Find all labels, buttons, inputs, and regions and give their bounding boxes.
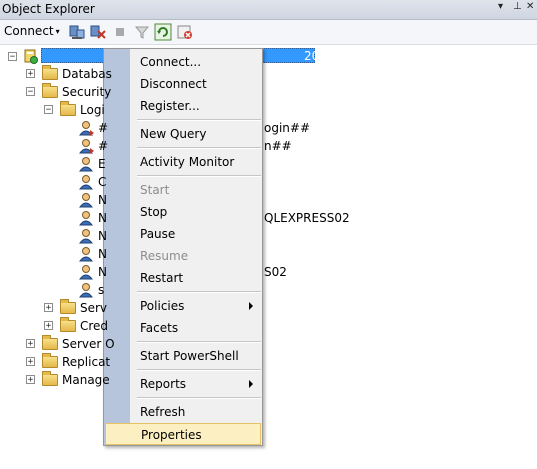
tree-node[interactable]: + Manage [0,371,537,389]
expand-icon[interactable]: + [26,375,35,385]
expand-icon[interactable]: + [26,357,35,367]
tree-node[interactable]: − Logi [0,101,537,119]
tree-node-label: Logi [80,103,105,117]
expand-icon[interactable]: + [26,69,35,79]
menu-item-label: Refresh [140,405,186,419]
login-user-icon [79,121,94,136]
login-label: # [98,139,109,153]
object-explorer-toolbar: Connect ▾ [0,20,537,45]
folder-icon [60,317,76,332]
login-item[interactable]: # n## [0,137,537,155]
login-item[interactable]: # ogin## [0,119,537,137]
login-item[interactable]: N S02 [0,263,537,281]
folder-icon [42,65,58,80]
login-user-icon [79,211,94,226]
login-user-icon [79,157,94,172]
collapse-icon[interactable]: − [44,105,53,115]
login-item[interactable]: N QLEXPRESS02 [0,209,537,227]
login-label: N [98,211,107,225]
disconnect-icon[interactable] [89,23,107,41]
login-label-tail: S02 [264,265,287,279]
object-explorer-title-bar: Object Explorer ▾ ⊥ ✕ [0,0,537,20]
tree-node[interactable]: − Security [0,83,537,101]
expand-icon[interactable]: + [26,339,35,349]
menu-item-label: Properties [141,428,202,442]
connect-label: Connect [4,24,54,38]
login-label-tail: n## [264,139,292,153]
login-item[interactable]: N [0,245,537,263]
tree-node-label: Security [62,85,112,99]
login-user-icon [79,265,94,280]
login-label: N [98,247,107,261]
login-label: # [98,121,109,135]
login-user-icon [79,139,94,154]
login-label: N [98,265,107,279]
folder-icon [42,335,58,350]
login-user-icon [79,247,94,262]
login-item[interactable]: E [0,155,537,173]
login-label: E [98,157,106,171]
chevron-down-icon: ▾ [55,27,60,36]
window-title: Object Explorer [2,2,95,16]
tree-node[interactable]: + Cred [0,317,537,335]
login-item[interactable]: N [0,191,537,209]
folder-icon [42,83,58,98]
login-user-icon [79,175,94,190]
server-icon [24,49,38,64]
login-label-tail: ogin## [264,121,311,135]
autohide-pin-icon[interactable]: ⊥ [513,1,522,12]
expand-icon[interactable]: + [44,303,53,313]
connect-object-explorer-icon[interactable] [68,23,86,41]
connect-dropdown-button[interactable]: Connect ▾ [4,24,60,38]
login-label: N [98,229,107,243]
login-label-tail: QLEXPRESS02 [264,211,350,225]
folder-icon [42,371,58,386]
tree-node-label: Manage [62,373,110,387]
login-label: C [98,175,107,189]
tree-node-label: Replicat [62,355,111,369]
refresh-icon[interactable] [154,23,172,41]
folder-icon [60,299,76,314]
folder-icon [60,101,76,116]
login-user-icon [79,283,94,298]
tree-node[interactable]: + Serv [0,299,537,317]
login-item[interactable]: C [0,173,537,191]
tree-node-label: Server O [62,337,115,351]
tree-node[interactable]: + Databas [0,65,537,83]
login-item[interactable]: s [0,281,537,299]
stop-icon[interactable] [111,23,129,41]
close-icon[interactable]: ✕ [526,1,534,12]
login-label: s [98,283,105,297]
menu-separator [137,397,261,399]
menu-item-properties[interactable]: Properties [105,423,261,445]
login-item[interactable]: N [0,227,537,245]
expand-icon[interactable]: + [44,321,53,331]
tree-node[interactable]: + Server O [0,335,537,353]
tree-node-label: Databas [62,67,112,81]
folder-icon [42,353,58,368]
filter-icon[interactable] [133,23,151,41]
collapse-icon[interactable]: − [26,87,35,97]
menu-item-refresh[interactable]: Refresh [105,401,261,423]
stop-refresh-icon[interactable] [176,23,194,41]
server-collapse-expander[interactable]: − [8,52,17,62]
tree-node-label: Serv [80,301,108,315]
login-user-icon [79,193,94,208]
tree-node[interactable]: + Replicat [0,353,537,371]
login-label: N [98,193,107,207]
login-user-icon [79,229,94,244]
tree-node-label: Cred [80,319,109,333]
window-position-dropdown-icon[interactable]: ▾ [498,1,503,12]
